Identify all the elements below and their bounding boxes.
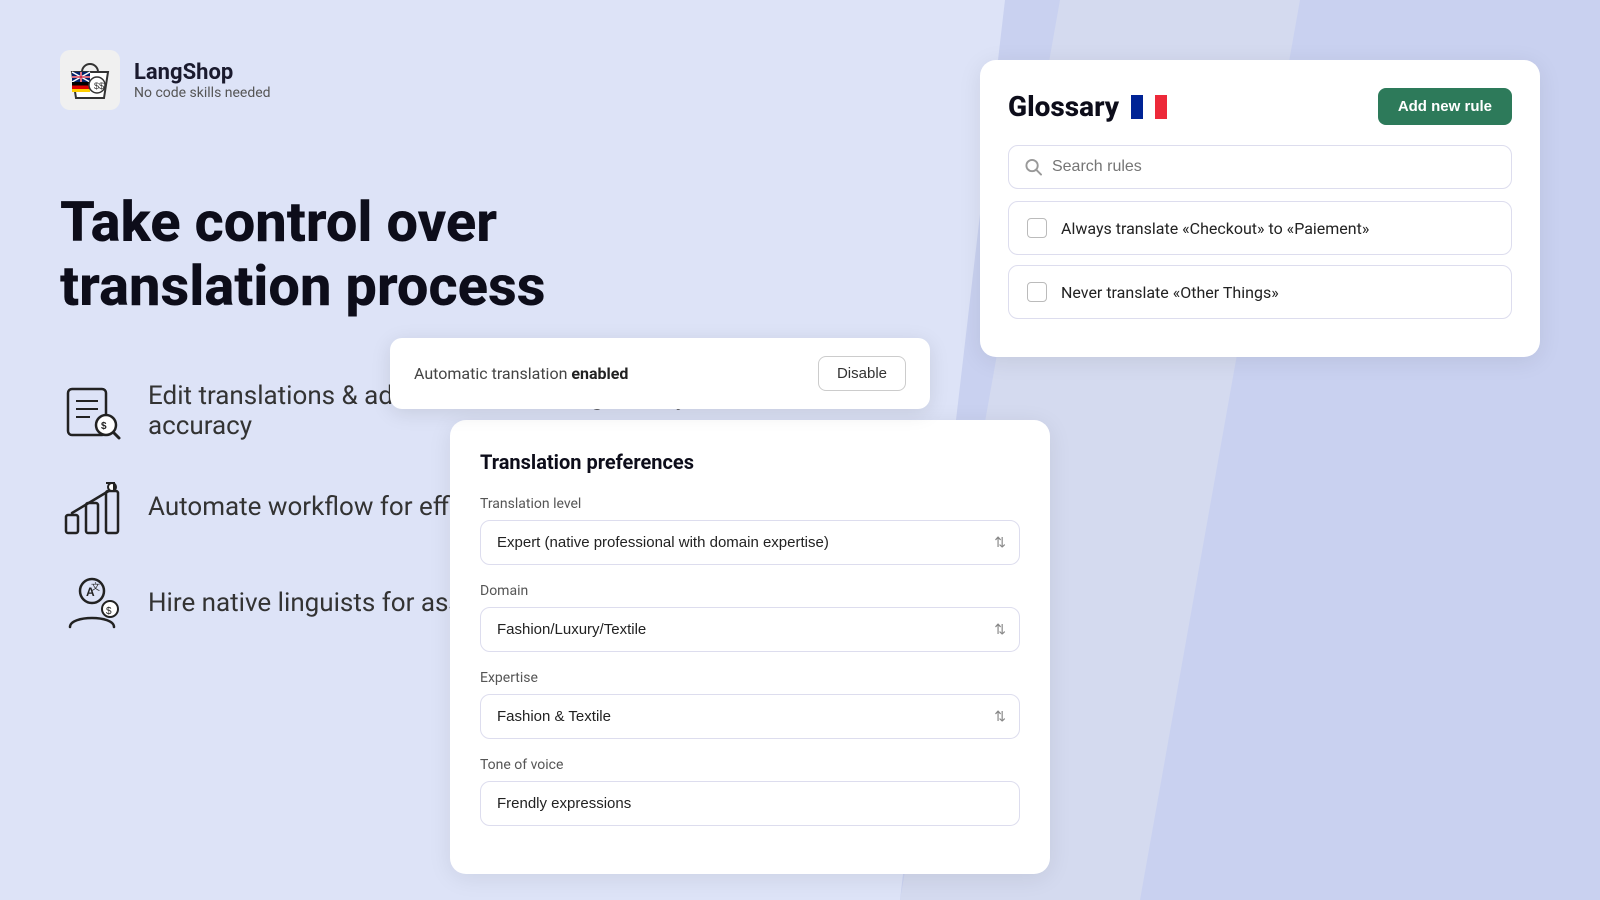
workflow-icon [60, 475, 124, 539]
glossary-title: Glossary [1008, 90, 1119, 123]
search-box [1008, 145, 1512, 189]
tone-of-voice-input[interactable] [480, 781, 1020, 826]
rule-text-1: Always translate «Checkout» to «Paiement… [1061, 219, 1369, 238]
rule-checkbox-1[interactable] [1027, 218, 1047, 238]
disable-button[interactable]: Disable [818, 356, 906, 391]
rule-text-2: Never translate «Other Things» [1061, 283, 1279, 302]
glossary-header: Glossary Add new rule [1008, 88, 1512, 125]
french-flag-icon [1131, 95, 1167, 119]
translation-prefs-card: Translation preferences Translation leve… [450, 420, 1050, 874]
expertise-select[interactable]: Fashion & Textile Luxury Goods E-commerc… [480, 694, 1020, 739]
domain-select-wrapper: Fashion/Luxury/Textile Technology Legal … [480, 607, 1020, 652]
domain-select[interactable]: Fashion/Luxury/Textile Technology Legal … [480, 607, 1020, 652]
rule-item-2: Never translate «Other Things» [1008, 265, 1512, 319]
glossary-card: Glossary Add new rule Always translate «… [980, 60, 1540, 357]
logo-subtitle: No code skills needed [134, 85, 271, 101]
expertise-label: Expertise [480, 670, 1020, 686]
translation-level-group: Translation level Expert (native profess… [480, 496, 1020, 565]
logo-area: $$ LangShop No code skills needed [60, 50, 740, 110]
rule-item-1: Always translate «Checkout» to «Paiement… [1008, 201, 1512, 255]
expertise-group: Expertise Fashion & Textile Luxury Goods… [480, 670, 1020, 739]
expertise-select-wrapper: Fashion & Textile Luxury Goods E-commerc… [480, 694, 1020, 739]
svg-text:$: $ [106, 606, 112, 617]
svg-text:$: $ [101, 421, 107, 432]
domain-label: Domain [480, 583, 1020, 599]
domain-group: Domain Fashion/Luxury/Textile Technology… [480, 583, 1020, 652]
search-icon [1025, 158, 1042, 176]
add-new-rule-button[interactable]: Add new rule [1378, 88, 1512, 125]
svg-text:$$: $$ [94, 81, 104, 91]
glossary-icon: $ [60, 379, 124, 443]
svg-text:文: 文 [91, 581, 100, 592]
glossary-title-area: Glossary [1008, 90, 1167, 123]
prefs-title: Translation preferences [480, 450, 1020, 474]
auto-translation-bar: Automatic translation enabled Disable [390, 338, 930, 409]
logo-text-area: LangShop No code skills needed [134, 60, 271, 101]
main-heading: Take control over translation process [60, 190, 740, 319]
translation-level-select-wrapper: Expert (native professional with domain … [480, 520, 1020, 565]
tone-of-voice-label: Tone of voice [480, 757, 1020, 773]
auto-translation-text: Automatic translation enabled [414, 364, 628, 383]
tone-of-voice-group: Tone of voice [480, 757, 1020, 826]
flag-icons [1131, 95, 1167, 119]
logo-title: LangShop [134, 60, 271, 85]
linguists-icon: A 文 $ [60, 571, 124, 635]
langshop-logo-icon: $$ [60, 50, 120, 110]
translation-level-select[interactable]: Expert (native professional with domain … [480, 520, 1020, 565]
search-rules-input[interactable] [1052, 158, 1495, 176]
rule-checkbox-2[interactable] [1027, 282, 1047, 302]
translation-level-label: Translation level [480, 496, 1020, 512]
